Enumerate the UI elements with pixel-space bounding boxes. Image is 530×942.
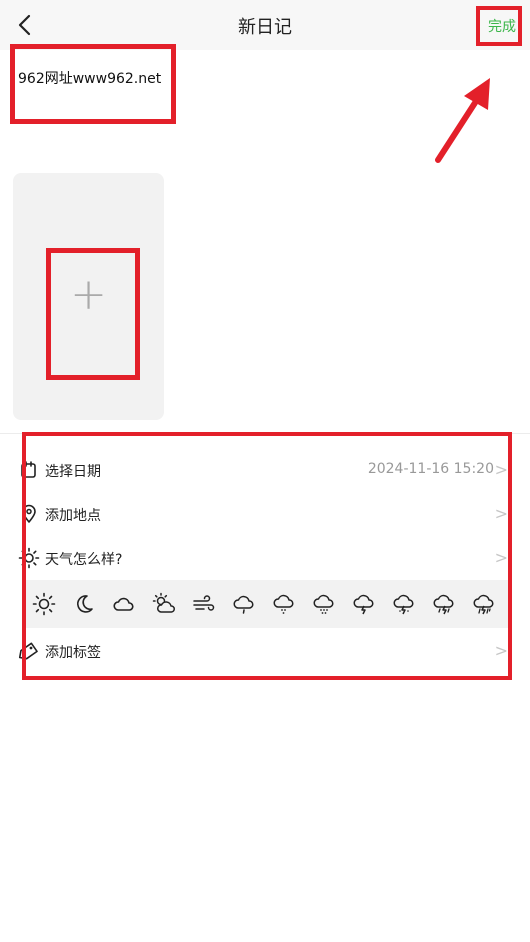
light-rain-icon[interactable] [232, 592, 256, 616]
tag-icon [18, 642, 38, 660]
option-add-tag[interactable]: 添加标签 > [18, 636, 514, 666]
chevron-right-icon: > [494, 548, 508, 567]
option-label: 选择日期 [45, 464, 101, 480]
highlight-box-add-photo [46, 248, 140, 380]
sunny-icon[interactable] [32, 592, 56, 616]
windy-icon[interactable] [192, 592, 216, 616]
weather-selector [22, 580, 512, 628]
heavy-rain-icon[interactable] [312, 592, 336, 616]
cloudy-icon[interactable] [112, 592, 136, 616]
option-select-date[interactable]: 选择日期 2024-11-16 15:20 > [18, 455, 514, 485]
chevron-right-icon: > [494, 641, 508, 660]
option-add-location[interactable]: 添加地点 > [18, 499, 514, 529]
red-arrow-annotation [435, 78, 490, 163]
option-label: 添加地点 [45, 508, 101, 524]
thunder-icon[interactable] [352, 592, 376, 616]
option-weather[interactable]: 天气怎么样? > [18, 543, 514, 573]
option-label: 天气怎么样? [45, 552, 123, 568]
option-label: 添加标签 [45, 645, 101, 661]
highlight-box-text [10, 44, 176, 124]
calendar-icon [21, 461, 36, 478]
rain-icon[interactable] [272, 592, 296, 616]
moon-icon[interactable] [72, 592, 96, 616]
divider [0, 433, 530, 434]
thunder-rain-icon[interactable] [392, 592, 416, 616]
hail-icon[interactable] [472, 592, 496, 616]
chevron-right-icon: > [494, 504, 508, 523]
highlight-box-done [476, 6, 522, 46]
page-title: 新日记 [238, 17, 292, 38]
chevron-right-icon: > [494, 460, 508, 479]
storm-icon[interactable] [432, 592, 456, 616]
date-value: 2024-11-16 15:20 [367, 461, 494, 477]
location-pin-icon [22, 504, 36, 523]
header-bar: 新日记 完成 [0, 0, 530, 50]
sun-icon [18, 547, 40, 569]
partly-cloudy-icon[interactable] [152, 592, 176, 616]
